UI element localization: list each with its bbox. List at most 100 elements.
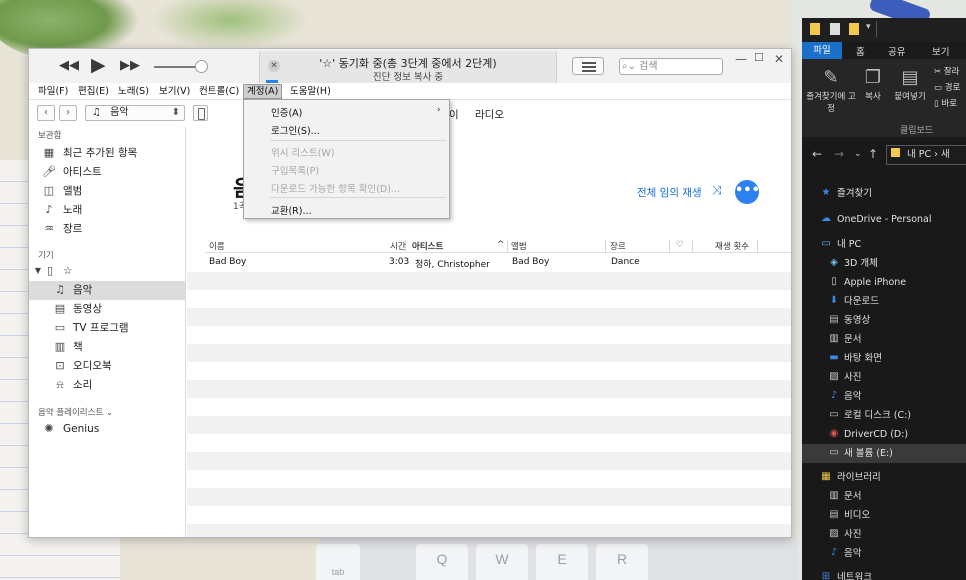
play-icon[interactable]: ▶ [91,54,106,76]
network-icon: ⊞ [821,571,831,580]
column-love[interactable]: ♡ [676,240,684,250]
nav-item-local-disk-c[interactable]: ▭ 로컬 디스크 (C:) [802,406,966,425]
nav-item-documents[interactable]: ▥ 문서 [802,330,966,349]
forward-arrow-icon[interactable]: → [834,147,844,161]
paste-button[interactable]: ▤ 붙여넣기 [890,67,930,102]
nav-item-this-pc[interactable]: ▭ 내 PC [802,235,966,254]
copy-path-button[interactable]: ▭ 경로 [934,81,960,93]
up-arrow-icon[interactable]: ↑ [868,147,878,161]
column-time[interactable]: 시간 [390,240,406,252]
sidebar-item-device[interactable]: ▼ ▯ ☆ [29,262,186,281]
menu-song[interactable]: 노래(S) [115,85,152,99]
column-artist[interactable]: 아티스트 [412,240,443,252]
nav-item-label: DriverCD (D:) [844,429,909,440]
sidebar-item-audiobooks[interactable]: ⊡ 오디오북 [29,357,186,376]
nav-item-downloads[interactable]: ⬇ 다운로드 [802,292,966,311]
maximize-button[interactable]: ☐ [754,51,764,64]
properties-icon[interactable] [830,23,840,35]
tab-share[interactable]: 공유 [888,44,905,58]
nav-item-label: 즐겨찾기 [837,188,872,199]
tab-partial[interactable]: 이 [449,107,459,122]
menu-item-redeem[interactable]: 교환(R)... [271,203,312,217]
nav-item-lib-documents[interactable]: ▥ 문서 [802,487,966,506]
back-arrow-icon[interactable]: ← [812,147,822,161]
menu-help[interactable]: 도움말(H) [287,85,334,99]
sidebar-item-music[interactable]: ♫ 음악 [29,281,186,300]
grid-icon: ▦ [43,146,55,159]
sidebar-item-genius[interactable]: ✺ Genius [29,420,186,439]
tab-file[interactable]: 파일 [802,42,842,59]
forward-button[interactable]: › [59,105,77,121]
nav-item-libraries[interactable]: ▦ 라이브러리 [802,468,966,487]
nav-item-3d-objects[interactable]: ◈ 3D 개체 [802,254,966,273]
nav-item-label: 사진 [844,529,862,540]
paste-shortcut-button[interactable]: ▯ 바로 [934,97,957,109]
nav-item-iphone[interactable]: ▯ Apple iPhone [802,273,966,292]
nav-item-lib-pictures[interactable]: ▨ 사진 [802,525,966,544]
copy-icon: ❐ [864,67,882,88]
sidebar-item-tv[interactable]: ▭ TV 프로그램 [29,319,186,338]
recent-locations-icon[interactable]: ⌄ [854,149,862,159]
nav-item-new-volume-e[interactable]: ▭ 새 볼륨 (E:) [802,444,966,463]
plant-photo-2 [150,0,310,50]
pin-quick-access-button[interactable]: ✎ 즐겨찾기에 고정 [806,67,856,114]
table-row[interactable]: Bad Boy 3:03 청하, Christopher Bad Boy Dan… [187,254,791,272]
minimize-button[interactable]: — [735,52,747,66]
column-album[interactable]: 앨범 [511,240,527,252]
path-input[interactable]: 내 PC › 새 [886,145,966,165]
nav-item-videos[interactable]: ▤ 동영상 [802,311,966,330]
menu-view[interactable]: 보기(V) [156,85,193,99]
menu-item-sign-in[interactable]: 로그인(S)... [271,123,320,137]
column-genre[interactable]: 장르 [610,240,626,252]
tab-radio[interactable]: 라디오 [475,107,504,122]
column-plays[interactable]: 재생 횟수 [715,240,749,252]
nav-item-quick-access[interactable]: ★ 즐겨찾기 [802,184,966,203]
fast-forward-icon[interactable]: ▶▶ [120,58,140,73]
search-input[interactable]: ⌕⌄ 검색 [619,58,723,75]
key-q: Q [416,544,468,580]
menu-controls[interactable]: 컨트롤(C) [196,85,242,99]
sidebar-item-movies[interactable]: ▤ 동영상 [29,300,186,319]
nav-item-lib-videos[interactable]: ▤ 비디오 [802,506,966,525]
menu-edit[interactable]: 편집(E) [75,85,112,99]
sidebar-item-tones[interactable]: ⍾ 소리 [29,376,186,395]
sidebar-item-albums[interactable]: ◫ 앨범 [29,182,186,201]
close-button[interactable]: ✕ [774,52,784,66]
sidebar-item-books[interactable]: ▥ 책 [29,338,186,357]
nav-item-drivercd-d[interactable]: ◉ DriverCD (D:) [802,425,966,444]
tab-view[interactable]: 보기 [932,44,949,58]
device-button[interactable] [193,105,208,121]
nav-item-onedrive[interactable]: ☁ OneDrive - Personal [802,210,966,229]
menu-item-authorize[interactable]: 인증(A) [271,105,302,119]
album-icon: ◫ [43,184,55,197]
rewind-icon[interactable]: ◀◀ [59,58,79,73]
column-name[interactable]: 이름 [209,240,225,252]
playlists-header[interactable]: 음악 플레이리스트 ⌄ [38,406,113,418]
media-type-select[interactable]: ♫ 음악 ⬍ [85,105,185,121]
cut-button[interactable]: ✂ 잘라 [934,65,959,77]
sidebar-item-genres[interactable]: ♒ 장르 [29,220,186,239]
quick-access-dropdown-icon[interactable]: ▾ [866,22,871,32]
nav-item-desktop[interactable]: ▬ 바탕 화면 [802,349,966,368]
menu-file[interactable]: 파일(F) [35,85,71,99]
nav-item-lib-music[interactable]: ♪ 음악 [802,544,966,563]
sort-ascending-icon: ^ [497,240,505,250]
sidebar-item-recent[interactable]: ▦ 최근 추가된 항목 [29,144,186,163]
menu-account[interactable]: 계정(A) [243,84,283,99]
nav-item-network[interactable]: ⊞ 네트워크 [802,568,966,580]
tab-home[interactable]: 홈 [856,44,865,58]
new-folder-icon[interactable] [849,23,859,35]
nav-item-pictures[interactable]: ▨ 사진 [802,368,966,387]
copy-button[interactable]: ❐ 복사 [860,67,886,102]
more-button[interactable]: ••• [735,180,760,204]
shuffle-icon[interactable]: ⤨ [712,183,722,198]
sidebar-item-songs[interactable]: ♪ 노래 [29,201,186,220]
shuffle-all-button[interactable]: 전체 임의 재생 [637,185,702,200]
nav-item-music[interactable]: ♪ 음악 [802,387,966,406]
back-button[interactable]: ‹ [37,105,55,121]
sidebar-item-artists[interactable]: 🎤︎ 아티스트 [29,163,186,182]
up-next-button[interactable] [572,57,604,75]
volume-knob[interactable] [195,60,208,73]
sidebar-item-label: 오디오북 [73,360,112,372]
library-header: 보관함 [38,131,62,141]
